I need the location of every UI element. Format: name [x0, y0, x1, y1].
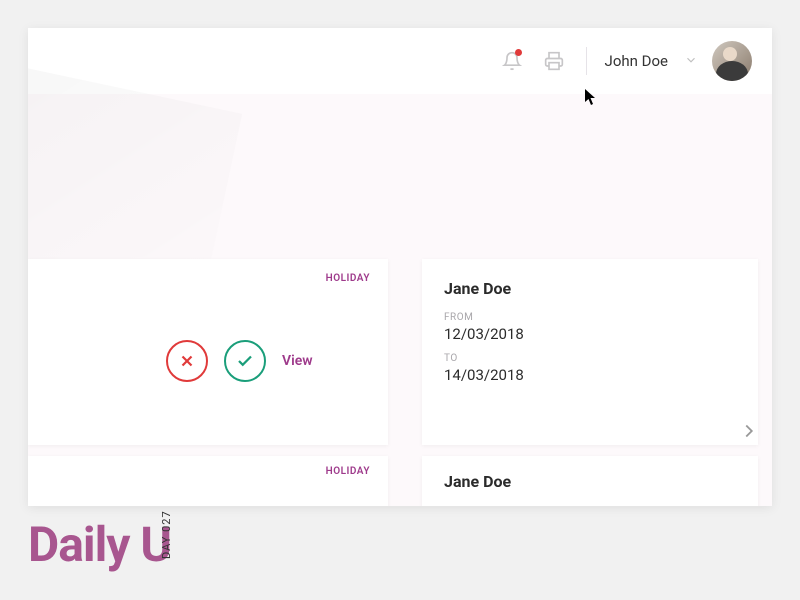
- detail-card-right: Jane Doe FROM 12/03/2018 TO 14/03/2018: [422, 259, 758, 445]
- from-value: 12/03/2018: [444, 325, 736, 343]
- user-menu-toggle[interactable]: [684, 52, 698, 71]
- brand-day-label: DAY 027: [160, 510, 173, 559]
- chevron-right-icon: [738, 414, 760, 448]
- divider: [586, 47, 587, 75]
- person-name: Jane Doe: [444, 279, 736, 298]
- to-value: 14/03/2018: [444, 366, 736, 384]
- app-window: John Doe HOLIDAY View HOLIDAY Jane Doe: [28, 28, 772, 506]
- user-name-label: John Doe: [605, 52, 668, 70]
- print-button[interactable]: [540, 47, 568, 75]
- request-card-left-2: HOLIDAY: [28, 456, 388, 506]
- top-bar: John Doe: [28, 28, 772, 94]
- cursor-icon: [584, 88, 598, 106]
- request-actions: View: [166, 340, 370, 382]
- approve-button[interactable]: [224, 340, 266, 382]
- avatar[interactable]: [712, 41, 752, 81]
- next-button[interactable]: [738, 414, 760, 452]
- to-label: TO: [444, 353, 736, 364]
- notifications-button[interactable]: [498, 47, 526, 75]
- holiday-tag: HOLIDAY: [46, 466, 370, 477]
- view-link[interactable]: View: [282, 353, 313, 369]
- brand-title: Daily U: [28, 516, 171, 573]
- reject-button[interactable]: [166, 340, 208, 382]
- content-area: HOLIDAY View HOLIDAY Jane Doe FROM 12/03…: [28, 94, 772, 506]
- chevron-down-icon: [684, 53, 698, 67]
- notification-dot-icon: [515, 49, 522, 56]
- detail-card-right-2: Jane Doe: [422, 456, 758, 506]
- printer-icon: [544, 51, 564, 71]
- person-name: Jane Doe: [444, 472, 736, 491]
- request-card-left: HOLIDAY View: [28, 259, 388, 445]
- branding: Daily U DAY 027: [28, 516, 228, 573]
- holiday-tag: HOLIDAY: [46, 273, 370, 284]
- x-icon: [178, 352, 196, 370]
- from-label: FROM: [444, 312, 736, 323]
- check-icon: [236, 352, 254, 370]
